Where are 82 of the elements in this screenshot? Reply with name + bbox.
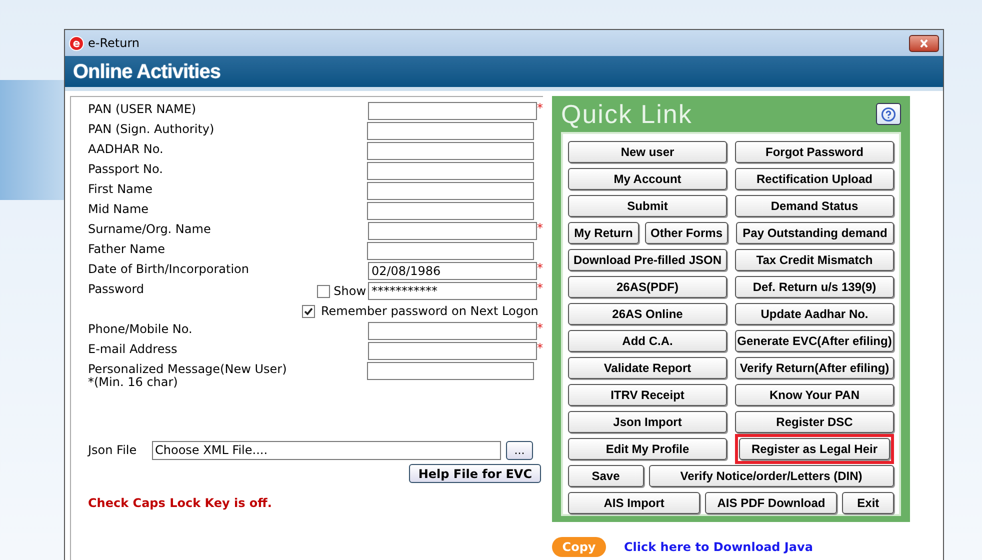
quick-link-button[interactable]: Edit My Profile — [568, 438, 727, 460]
help-icon — [881, 106, 896, 122]
field-label: First Name — [88, 182, 154, 196]
required-mark: * — [536, 262, 543, 274]
quick-link-button[interactable]: My Account — [568, 168, 727, 190]
quick-link-button[interactable]: AIS Import — [568, 492, 700, 514]
field-note: *(Min. 16 char) — [88, 376, 178, 389]
input-field[interactable] — [366, 362, 534, 380]
input-field[interactable] — [368, 342, 537, 360]
quick-link-button[interactable]: Generate EVC(After efiling) — [735, 330, 894, 352]
quick-link-button[interactable]: 26AS(PDF) — [568, 276, 727, 298]
checkbox-label: Remember password on Next Logon — [321, 303, 538, 320]
quick-link-button[interactable]: Demand Status — [735, 195, 894, 217]
required-mark: * — [536, 222, 543, 234]
quick-link-button[interactable]: My Return — [568, 222, 639, 244]
input-field[interactable]: 02/08/1986 — [368, 262, 537, 280]
field-label: Passport No. — [88, 162, 164, 176]
field-label: AADHAR No. — [88, 142, 164, 156]
required-mark: * — [536, 322, 543, 334]
checkbox[interactable] — [316, 284, 330, 298]
quick-link-button[interactable]: Forgot Password — [735, 141, 894, 163]
checkmark-icon — [304, 306, 313, 316]
quick-link-button[interactable]: Verify Return(After efiling) — [735, 357, 894, 379]
quick-link-button[interactable]: Submit — [568, 195, 727, 217]
quick-link-button[interactable]: Save — [568, 465, 644, 487]
quick-link-title: Quick Link — [561, 98, 692, 130]
field-label: Password — [88, 282, 146, 296]
quick-link-button[interactable]: AIS PDF Download — [705, 492, 838, 514]
field-label: PAN (Sign. Authority) — [88, 122, 216, 136]
password-field[interactable]: *********** — [368, 282, 537, 300]
download-java-link[interactable]: Click here to Download Java — [624, 538, 813, 556]
field-label: Date of Birth/Incorporation — [88, 262, 250, 276]
input-field[interactable] — [366, 202, 534, 220]
field-label: Father Name — [88, 242, 166, 256]
field-label: Phone/Mobile No. — [88, 322, 194, 336]
file-path-field[interactable]: Choose XML File.... — [152, 440, 501, 460]
input-field[interactable] — [366, 242, 534, 260]
quick-link-button[interactable]: Validate Report — [568, 357, 727, 379]
quick-link-button[interactable]: Know Your PAN — [735, 384, 894, 406]
field-label: Surname/Org. Name — [88, 222, 212, 236]
show-label: Show — [334, 283, 366, 300]
required-mark: * — [536, 282, 543, 294]
input-field[interactable] — [366, 182, 534, 200]
quick-link-button[interactable]: Download Pre-filled JSON — [568, 249, 727, 271]
quick-link-button[interactable]: Verify Notice/order/Letters (DIN) — [648, 465, 894, 487]
quick-link-button[interactable]: Other Forms — [645, 222, 728, 244]
close-icon — [919, 38, 929, 48]
input-field[interactable] — [368, 222, 537, 240]
input-field[interactable] — [366, 142, 534, 160]
close-button[interactable] — [909, 34, 939, 52]
quick-link-button[interactable]: 26AS Online — [568, 303, 727, 325]
help-button[interactable] — [876, 103, 901, 125]
quick-link-button[interactable]: ITRV Receipt — [568, 384, 727, 406]
window-title: e-Return — [88, 35, 141, 52]
required-mark: * — [536, 102, 543, 114]
app-logo-icon — [69, 36, 84, 50]
field-label: E-mail Address — [88, 342, 178, 356]
quick-link-button[interactable]: Add C.A. — [568, 330, 727, 352]
checkbox[interactable] — [302, 304, 315, 318]
page-title: Online Activities — [73, 60, 220, 84]
input-field[interactable] — [368, 322, 537, 340]
quick-link-button[interactable]: Json Import — [568, 411, 727, 433]
caps-lock-warning: Check Caps Lock Key is off. — [88, 495, 273, 512]
quick-link-button[interactable]: Tax Credit Mismatch — [735, 249, 894, 271]
browse-button[interactable]: ... — [506, 440, 533, 460]
input-field[interactable] — [366, 162, 534, 180]
input-field[interactable] — [368, 102, 537, 120]
field-label: Mid Name — [88, 202, 150, 216]
field-label: Personalized Message(New User) — [88, 362, 288, 376]
quick-link-button[interactable]: New user — [568, 141, 727, 163]
quick-link-button[interactable]: Register as Legal Heir — [738, 438, 890, 460]
quick-link-button[interactable]: Update Aadhar No. — [735, 303, 894, 325]
quick-link-button[interactable]: Register DSC — [735, 411, 894, 433]
quick-link-button[interactable]: Rectification Upload — [735, 168, 894, 190]
help-file-button[interactable]: Help File for EVC — [409, 464, 541, 483]
field-label: PAN (USER NAME) — [88, 102, 198, 116]
field-label: Json File — [88, 442, 138, 459]
quick-link-button[interactable]: Def. Return u/s 139(9) — [735, 276, 894, 298]
required-mark: * — [536, 342, 543, 354]
input-field[interactable] — [366, 122, 534, 140]
quick-link-button[interactable]: Exit — [842, 492, 894, 514]
quick-link-button[interactable]: Pay Outstanding demand — [736, 222, 894, 244]
